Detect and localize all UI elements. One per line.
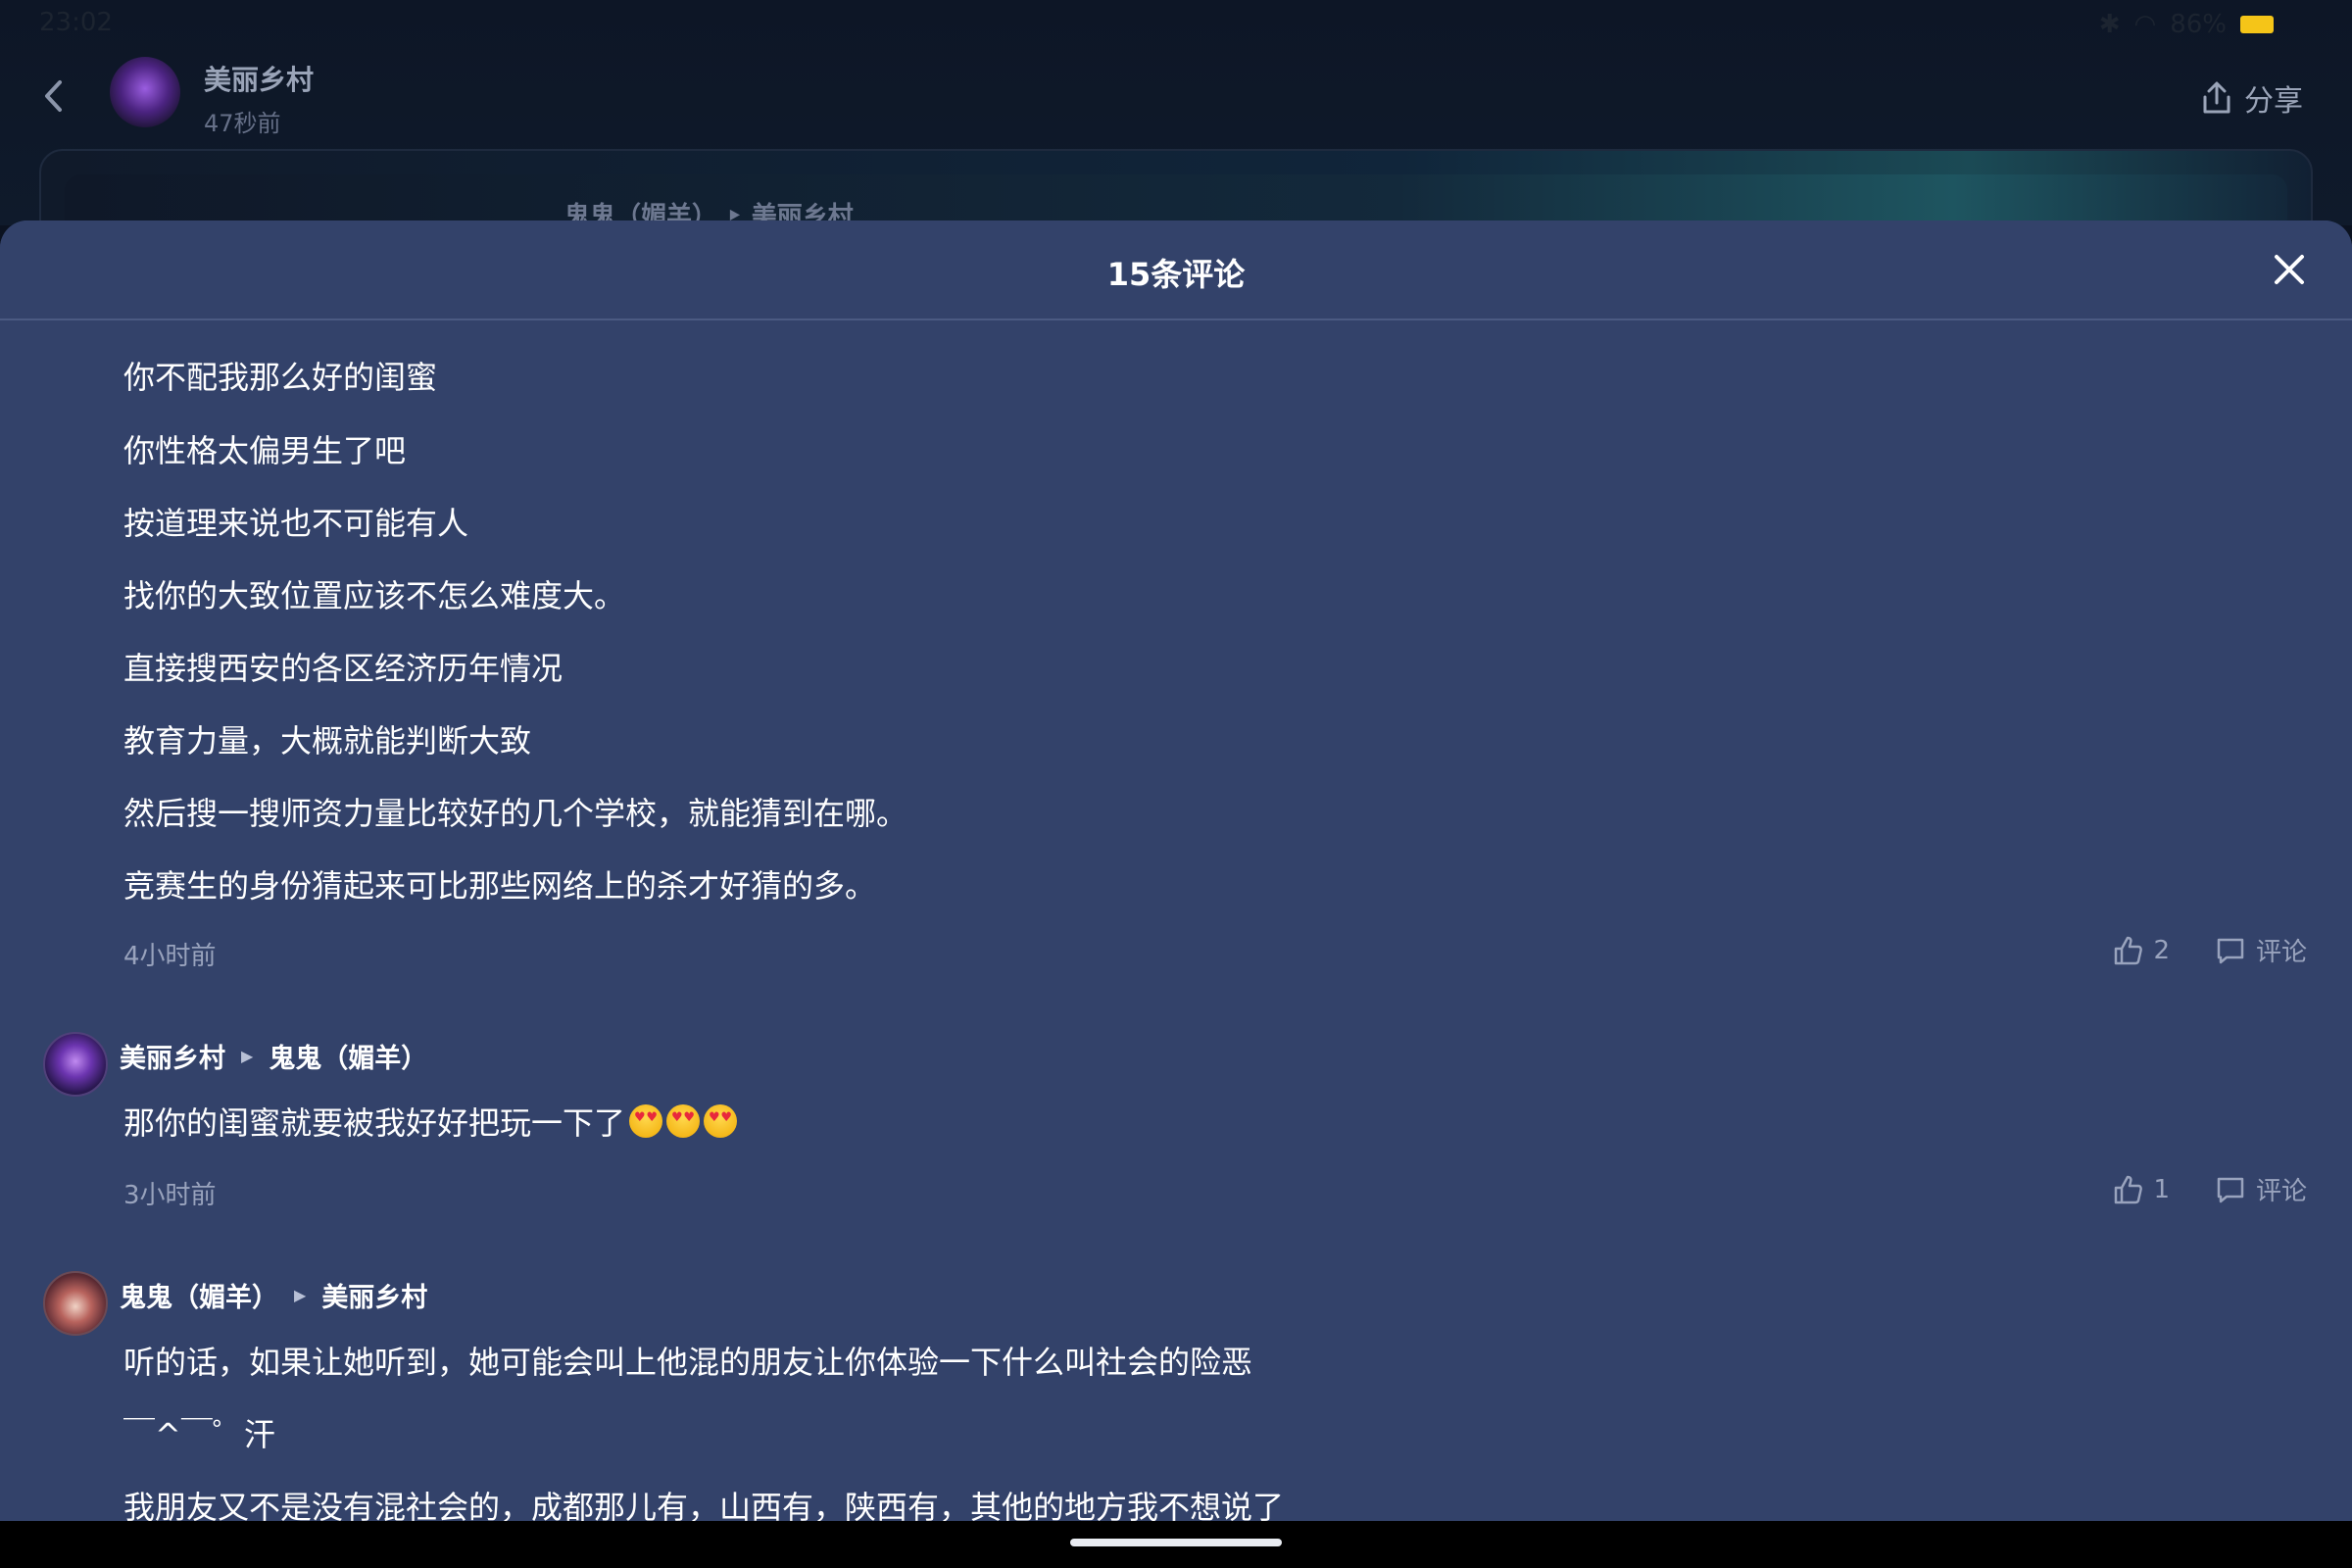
commenter-avatar[interactable]	[43, 1032, 108, 1097]
comment-text-line: 然后搜一搜师资力量比较好的几个学校，就能猜到在哪。	[123, 795, 908, 832]
like-button[interactable]: 2	[2112, 935, 2170, 966]
post-time: 47秒前	[204, 110, 281, 137]
comment-time: 4小时前	[123, 942, 217, 971]
comment-author[interactable]: 美丽乡村	[120, 1037, 225, 1075]
share-button[interactable]: 分享	[2201, 76, 2303, 120]
close-icon	[2275, 255, 2304, 284]
author-name[interactable]: 美丽乡村	[204, 59, 314, 98]
comment-text: 那你的闺蜜就要被我好好把玩一下了	[123, 1104, 626, 1142]
comment-text-line: 按道理来说也不可能有人	[123, 505, 469, 542]
wifi-icon: ◠	[2133, 10, 2157, 39]
status-bar: 23:02 ✱ ◠ 86%	[0, 0, 2352, 47]
reply-button[interactable]: 评论	[2215, 1171, 2307, 1207]
reply-target[interactable]: 美丽乡村	[321, 1276, 427, 1314]
reply-label: 评论	[2255, 938, 2307, 967]
comment-text-line: 听的话，如果让她听到，她可能会叫上他混的朋友让你体验一下什么叫社会的险恶	[123, 1344, 1253, 1381]
author-avatar[interactable]	[110, 57, 180, 127]
back-button[interactable]	[35, 76, 71, 116]
comment-bubble-icon	[2217, 938, 2244, 963]
comment-list[interactable]: 你不配我那么好的闺蜜 你性格太偏男生了吧 按道理来说也不可能有人 找你的大致位置…	[0, 242, 2352, 1521]
comment-text-line: 你性格太偏男生了吧	[123, 432, 407, 469]
like-button[interactable]: 1	[2112, 1174, 2170, 1205]
comment-text-line: ￣^￣゜汗	[123, 1416, 275, 1453]
comment-actions: 2 评论	[2112, 932, 2307, 968]
comment-author-line: 美丽乡村 ▶ 鬼鬼（媚羊）	[120, 1037, 427, 1075]
post-page-background: 23:02 ✱ ◠ 86% 美丽乡村 47秒前 分享 鬼鬼（媚羊） ‣ 美丽乡村	[0, 0, 2352, 267]
thumbs-up-icon	[2115, 936, 2143, 964]
reply-arrow-icon: ▶	[294, 1286, 307, 1304]
comments-title: 15条评论	[1106, 256, 1246, 293]
battery-percent: 86%	[2170, 10, 2227, 39]
bluetooth-icon: ✱	[2098, 10, 2121, 39]
reply-button[interactable]: 评论	[2215, 932, 2307, 968]
chevron-left-icon	[45, 80, 62, 112]
thumbs-up-icon	[2115, 1175, 2143, 1203]
reply-label: 评论	[2255, 1177, 2307, 1206]
reply-arrow-icon: ▶	[241, 1047, 254, 1065]
comment-text-line: 我朋友又不是没有混社会的，成都那儿有，山西有，陕西有，其他的地方我不想说了	[123, 1489, 1285, 1521]
sheet-header: 15条评论	[0, 220, 2352, 320]
comment-actions: 1 评论	[2112, 1171, 2307, 1207]
like-count: 2	[2153, 935, 2170, 965]
comments-sheet: 15条评论 你不配我那么好的闺蜜 你性格太偏男生了吧 按道理来说也不可能有人 找…	[0, 220, 2352, 1521]
heart-eyes-emoji-icon	[704, 1104, 738, 1138]
comment-text-line: 竞赛生的身份猜起来可比那些网络上的杀才好猜的多。	[123, 867, 877, 905]
comment-text-line: 教育力量，大概就能判断大致	[123, 722, 532, 760]
heart-eyes-emoji-icon	[629, 1104, 663, 1138]
reply-target[interactable]: 鬼鬼（媚羊）	[269, 1037, 427, 1075]
navigation-bar	[0, 1521, 2352, 1568]
comment-author-line: 鬼鬼（媚羊） ▶ 美丽乡村	[120, 1276, 427, 1314]
comment-text-line: 找你的大致位置应该不怎么难度大。	[123, 577, 626, 614]
status-icons: ✱ ◠ 86%	[2099, 10, 2274, 39]
comment-time: 3小时前	[123, 1181, 217, 1210]
commenter-avatar[interactable]	[43, 1271, 108, 1336]
comment-author[interactable]: 鬼鬼（媚羊）	[120, 1276, 278, 1314]
like-count: 1	[2153, 1174, 2170, 1204]
comment-bubble-icon	[2217, 1177, 2244, 1202]
close-button[interactable]	[2270, 250, 2309, 289]
home-indicator[interactable]	[1070, 1539, 1282, 1546]
share-label: 分享	[2244, 84, 2303, 119]
status-time: 23:02	[39, 8, 113, 37]
comment-text-line: 直接搜西安的各区经济历年情况	[123, 650, 564, 687]
comment-text-line: 你不配我那么好的闺蜜	[123, 359, 438, 396]
comment-text-line: 那你的闺蜜就要被我好好把玩一下了	[123, 1099, 738, 1144]
heart-eyes-emoji-icon	[666, 1104, 701, 1138]
share-icon	[2203, 81, 2230, 114]
battery-icon	[2240, 16, 2274, 33]
